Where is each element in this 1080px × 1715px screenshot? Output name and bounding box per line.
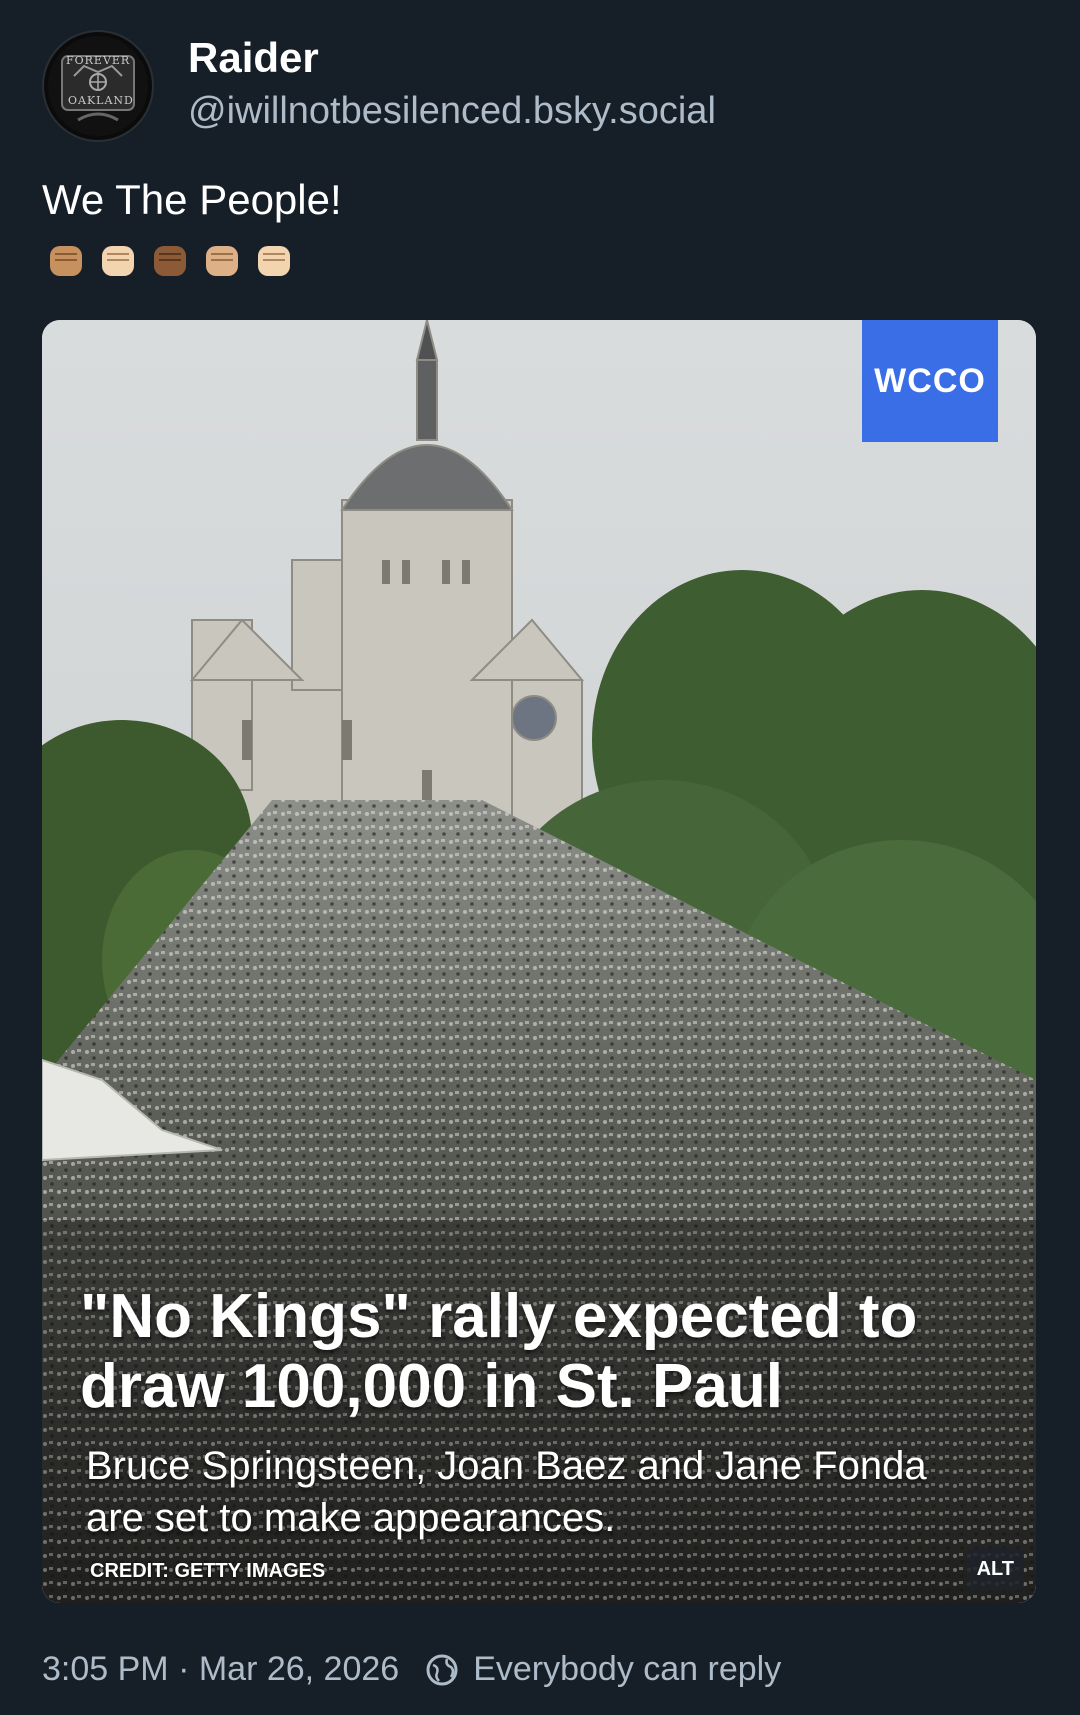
post-text: We The People!	[42, 176, 342, 223]
alt-text-button[interactable]: ALT	[966, 1548, 1024, 1591]
post-timestamp[interactable]: 3:05 PM · Mar 26, 2026	[42, 1650, 399, 1689]
post-header: FOREVER OAKLAND Raider @iwillnotbesilenc…	[42, 30, 716, 142]
globe-icon	[426, 1654, 458, 1685]
raised-fist-icon	[206, 246, 238, 276]
avatar-text-top: FOREVER	[66, 54, 131, 67]
raised-fist-icon	[258, 246, 290, 276]
handle[interactable]: @iwillnotbesilenced.bsky.social	[188, 85, 716, 137]
post-footer: 3:05 PM · Mar 26, 2026 Everybody can rep…	[42, 1650, 781, 1689]
emoji-row	[46, 240, 294, 280]
image-subhead: Bruce Springsteen, Joan Baez and Jane Fo…	[86, 1444, 927, 1540]
reply-setting: Everybody can reply	[473, 1650, 782, 1688]
avatar-image	[48, 36, 148, 136]
post-image[interactable]: WCCO "No Kings" rally expected to draw 1…	[42, 320, 1036, 1603]
avatar-text-bottom: OAKLAND	[68, 94, 134, 107]
raised-fist-icon	[154, 246, 186, 276]
image-credit: CREDIT: GETTY IMAGES	[90, 1560, 326, 1582]
station-logo: WCCO	[862, 320, 998, 442]
raised-fist-icon	[102, 246, 134, 276]
image-headline: "No Kings" rally expected to draw 100,00…	[80, 1282, 918, 1421]
display-name[interactable]: Raider	[188, 31, 716, 85]
raised-fist-icon	[50, 246, 82, 276]
avatar[interactable]: FOREVER OAKLAND	[42, 30, 154, 142]
